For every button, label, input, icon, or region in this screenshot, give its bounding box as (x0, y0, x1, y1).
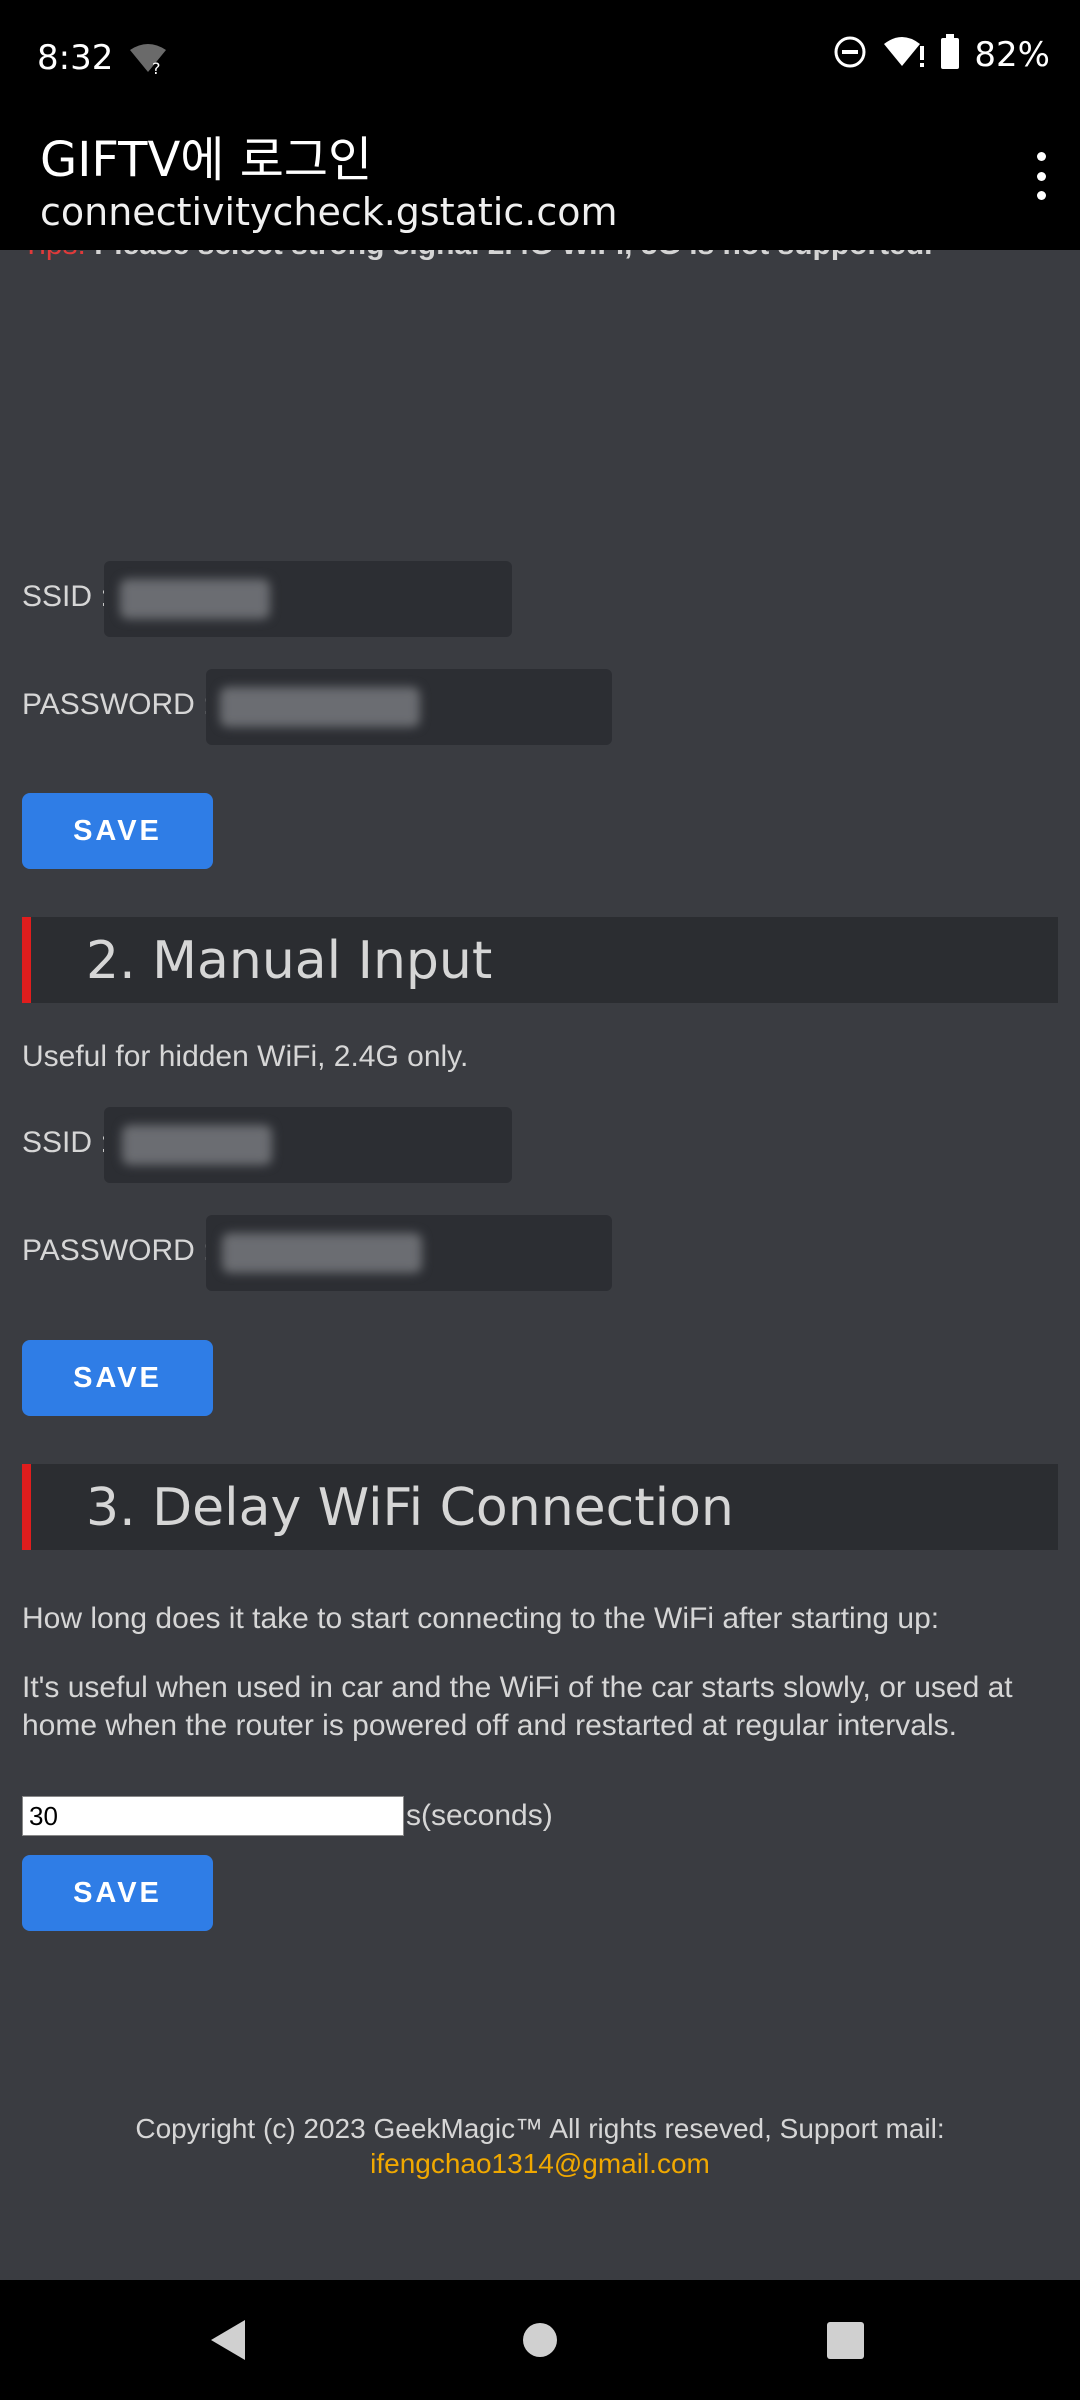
status-time: 8:32 (37, 38, 114, 78)
password-label: PASSWORD : (22, 1234, 212, 1267)
delay-seconds-input[interactable]: 30 (22, 1796, 404, 1836)
battery-percent: 82% (974, 34, 1050, 75)
password-label: PASSWORD : (22, 688, 212, 721)
recents-icon[interactable] (827, 2322, 864, 2359)
password-field[interactable] (206, 669, 612, 745)
delay-question: How long does it take to start connectin… (22, 1602, 940, 1635)
footer: Copyright (c) 2023 GeekMagic™ All rights… (0, 2111, 1080, 2181)
page-title: GIFTV에 로그인 (40, 132, 373, 188)
svg-text:?: ? (152, 59, 161, 76)
portal-content: Tips: Please select strong signal 2.4G W… (0, 250, 1080, 2280)
redacted-value (120, 579, 270, 619)
section-title: 2. Manual Input (86, 931, 493, 991)
manual-password-input[interactable] (206, 1215, 612, 1291)
home-icon[interactable] (523, 2323, 557, 2357)
delay-explanation: It's useful when used in car and the WiF… (22, 1671, 1013, 1742)
ssid-label: SSID : (22, 580, 109, 613)
page-url: connectivitycheck.gstatic.com (40, 190, 618, 234)
section-heading-delay: 3. Delay WiFi Connection (22, 1464, 1058, 1550)
save-button[interactable]: SAVE (22, 793, 213, 869)
app-bar: GIFTV에 로그인 connectivitycheck.gstatic.com (0, 118, 1080, 250)
ssid-select[interactable] (104, 561, 512, 637)
manual-description: Useful for hidden WiFi, 2.4G only. (22, 1040, 469, 1073)
do-not-disturb-icon (832, 34, 868, 75)
section-heading-manual: 2. Manual Input (22, 917, 1058, 1003)
redacted-value (222, 1233, 422, 1273)
tips-text: Tips: Please select strong signal 2.4G W… (22, 250, 933, 262)
manual-ssid-input[interactable] (104, 1107, 512, 1183)
navigation-bar (0, 2280, 1080, 2400)
battery-icon (940, 34, 960, 75)
ssid-label: SSID : (22, 1126, 109, 1159)
save-button[interactable]: SAVE (22, 1340, 213, 1416)
wifi-alert-icon (882, 34, 926, 75)
delay-unit: s(seconds) (406, 1799, 553, 1832)
more-vert-icon[interactable] (1026, 146, 1056, 206)
support-email-link[interactable]: ifengchao1314@gmail.com (0, 2146, 1080, 2181)
redacted-value (220, 687, 420, 727)
tips-message: Please select strong signal 2.4G WiFi, 5… (94, 250, 932, 261)
redacted-value (122, 1125, 272, 1165)
save-button[interactable]: SAVE (22, 1855, 213, 1931)
status-bar: 8:32 ? 82% (0, 0, 1080, 118)
section-title: 3. Delay WiFi Connection (86, 1478, 734, 1538)
wifi-question-icon: ? (128, 42, 168, 78)
copyright-text: Copyright (c) 2023 GeekMagic™ All rights… (135, 2113, 945, 2144)
tips-label: Tips: (22, 250, 86, 261)
back-icon[interactable] (211, 2320, 245, 2360)
